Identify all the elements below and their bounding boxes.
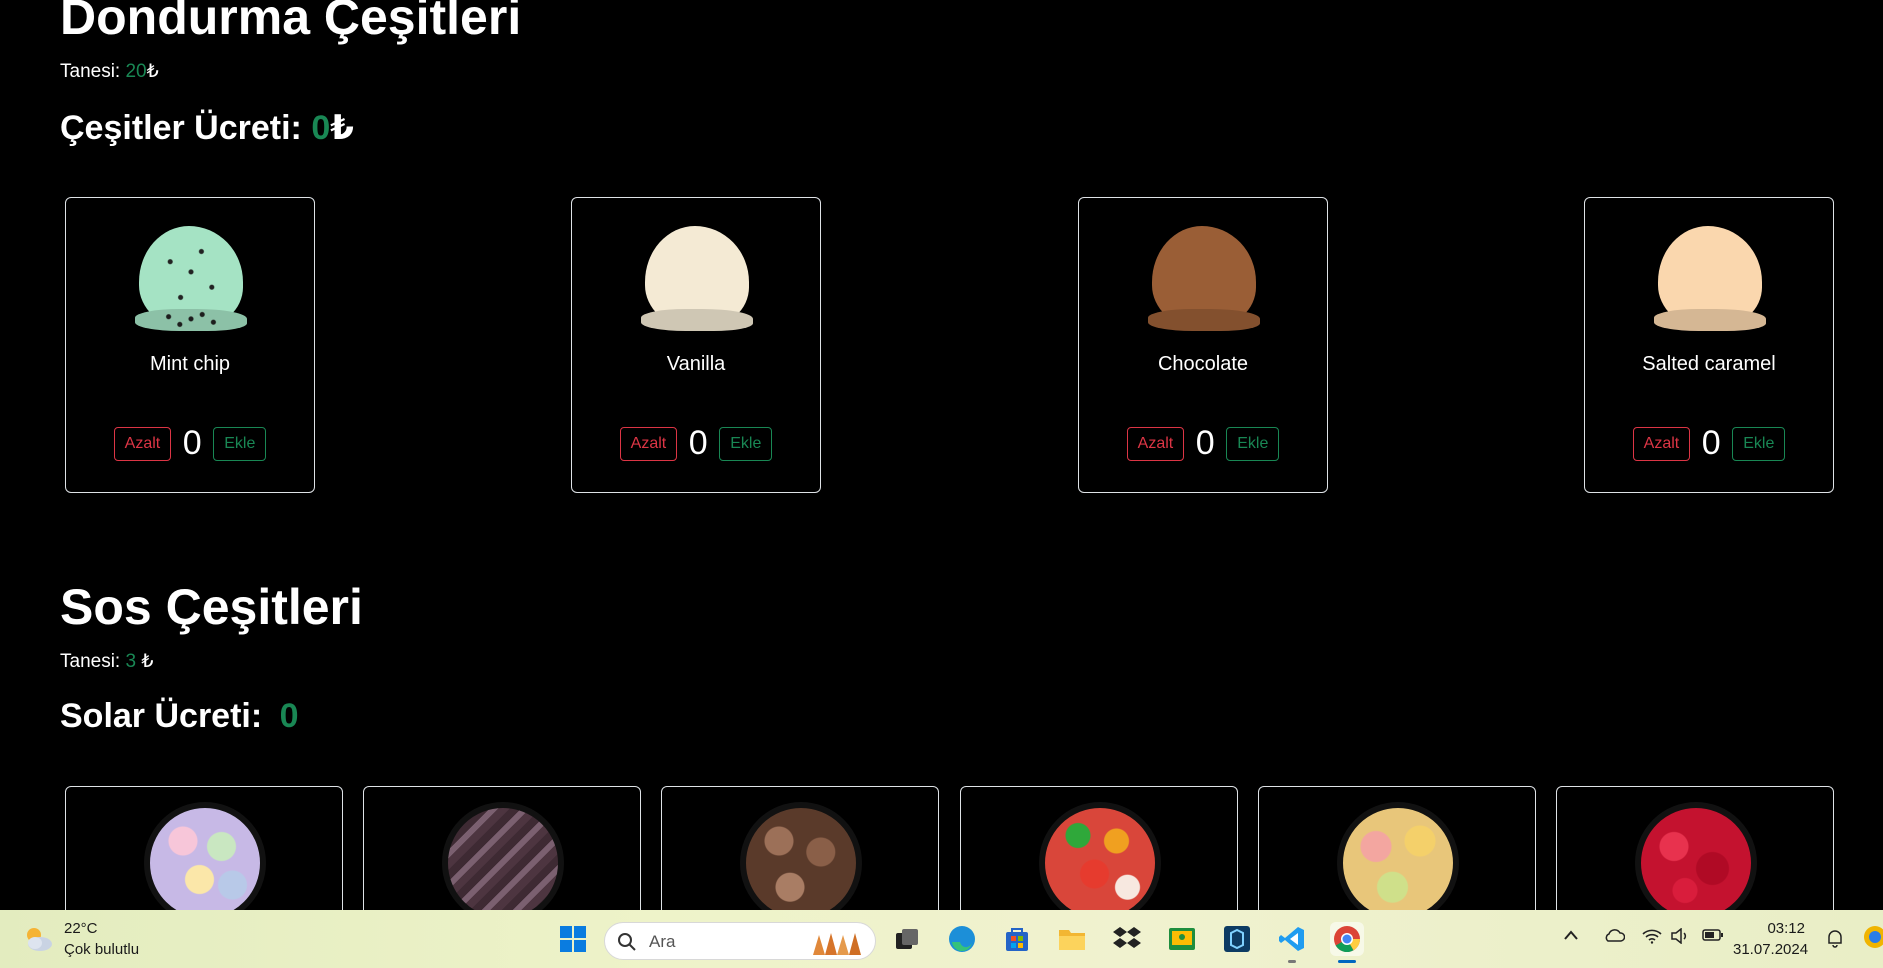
sauce-card: [65, 786, 343, 910]
red-cherries-image: [1635, 802, 1757, 910]
task-view-icon[interactable]: [890, 922, 924, 956]
clock-time[interactable]: 03:12: [1743, 920, 1805, 937]
taskbar-search[interactable]: Ara: [604, 922, 876, 960]
chocolate-drops-image: [740, 802, 862, 910]
decrease-button[interactable]: Azalt: [1632, 426, 1691, 461]
weather-cloud-icon[interactable]: [22, 924, 54, 954]
weather-description[interactable]: Çok bulutlu: [64, 941, 139, 958]
vanilla-scoop-image: [645, 226, 749, 328]
wifi-icon[interactable]: [1642, 928, 1662, 949]
ice-cream-title: Dondurma Çeşitleri: [60, 0, 522, 45]
google-classroom-icon[interactable]: [1165, 922, 1199, 956]
flavor-card-mint-chip: Mint chip Azalt 0 Ekle: [65, 197, 315, 493]
fee-value: 0: [311, 109, 331, 147]
copilot-icon[interactable]: [1862, 924, 1883, 955]
onedrive-cloud-icon[interactable]: [1603, 928, 1626, 947]
vscode-running-indicator: [1288, 960, 1296, 963]
flavor-card-chocolate: Chocolate Azalt 0 Ekle: [1078, 197, 1328, 493]
jelly-candy-image: [1337, 802, 1459, 910]
sauce-card: [661, 786, 939, 910]
increase-button[interactable]: Ekle: [213, 426, 267, 461]
dropbox-icon[interactable]: [1110, 922, 1144, 956]
increase-button[interactable]: Ekle: [1226, 426, 1280, 461]
microsoft-store-icon[interactable]: [1000, 922, 1034, 956]
sauce-title: Sos Çeşitleri: [60, 579, 363, 635]
taskbar: 22°C Çok bulutlu Ara 03:12 31.07.2024: [0, 910, 1883, 968]
search-highlight-icon: [807, 927, 869, 957]
sauce-card: [1258, 786, 1536, 910]
currency-symbol: ₺: [141, 651, 154, 672]
sauce-card: [363, 786, 641, 910]
decrease-button[interactable]: Azalt: [113, 426, 172, 461]
flavor-card-salted-caramel: Salted caramel Azalt 0 Ekle: [1584, 197, 1834, 493]
unit-price-value: 3: [125, 651, 137, 672]
decrease-button[interactable]: Azalt: [1126, 426, 1185, 461]
increase-button[interactable]: Ekle: [719, 426, 773, 461]
mint-chip-scoop-image: [139, 226, 243, 328]
code-app-icon[interactable]: [1220, 922, 1254, 956]
quantity-count: 0: [182, 424, 202, 462]
flavor-name: Mint chip: [149, 353, 231, 375]
quantity-count: 0: [1701, 424, 1721, 462]
unit-price-label: Tanesi:: [60, 61, 121, 82]
show-hidden-icons-chevron-icon[interactable]: [1563, 928, 1579, 946]
quantity-controls: Azalt 0 Ekle: [1079, 424, 1327, 463]
flavor-name: Vanilla: [666, 353, 726, 375]
notifications-bell-icon[interactable]: [1825, 928, 1845, 953]
quantity-controls: Azalt 0 Ekle: [66, 424, 314, 463]
currency-symbol: ₺: [330, 109, 354, 147]
battery-icon[interactable]: [1702, 928, 1724, 947]
quantity-controls: Azalt 0 Ekle: [572, 424, 820, 463]
gummy-bears-image: [1039, 802, 1161, 910]
fee-value: 0: [279, 697, 299, 735]
sauce-unit-price: Tanesi: 3 ₺: [60, 650, 153, 673]
ice-cream-fee: Çeşitler Ücreti: 0₺: [60, 108, 354, 148]
ice-cream-unit-price: Tanesi: 20₺: [60, 60, 159, 83]
sauce-card: [960, 786, 1238, 910]
clock-date[interactable]: 31.07.2024: [1733, 941, 1808, 958]
chocolate-swirl-image: [442, 802, 564, 910]
sauce-fee: Solar Ücreti: 0: [60, 697, 299, 736]
decrease-button[interactable]: Azalt: [619, 426, 678, 461]
fee-label: Çeşitler Ücreti:: [60, 109, 302, 147]
unit-price-value: 20: [125, 61, 147, 82]
windows-start-icon[interactable]: [556, 922, 590, 956]
search-icon: [617, 932, 637, 957]
candy-pastel-image: [144, 802, 266, 910]
chrome-icon[interactable]: [1330, 922, 1364, 956]
file-explorer-icon[interactable]: [1055, 922, 1089, 956]
currency-symbol: ₺: [146, 61, 159, 82]
quantity-count: 0: [1195, 424, 1215, 462]
flavor-card-vanilla: Vanilla Azalt 0 Ekle: [571, 197, 821, 493]
unit-price-label: Tanesi:: [60, 651, 121, 672]
search-placeholder: Ara: [649, 932, 676, 951]
volume-icon[interactable]: [1670, 927, 1690, 949]
quantity-count: 0: [688, 424, 708, 462]
increase-button[interactable]: Ekle: [1732, 426, 1786, 461]
weather-temperature[interactable]: 22°C: [64, 920, 98, 937]
page: Dondurma Çeşitleri Tanesi: 20₺ Çeşitler …: [0, 0, 1883, 910]
edge-browser-icon[interactable]: [945, 922, 979, 956]
quantity-controls: Azalt 0 Ekle: [1585, 424, 1833, 463]
flavor-name: Salted caramel: [1642, 353, 1776, 375]
salted-caramel-scoop-image: [1658, 226, 1762, 328]
sauce-card: [1556, 786, 1834, 910]
chrome-active-indicator: [1338, 960, 1356, 963]
vscode-icon[interactable]: [1275, 922, 1309, 956]
chocolate-scoop-image: [1152, 226, 1256, 328]
fee-label: Solar Ücreti:: [60, 697, 263, 735]
flavor-name: Chocolate: [1157, 353, 1249, 375]
